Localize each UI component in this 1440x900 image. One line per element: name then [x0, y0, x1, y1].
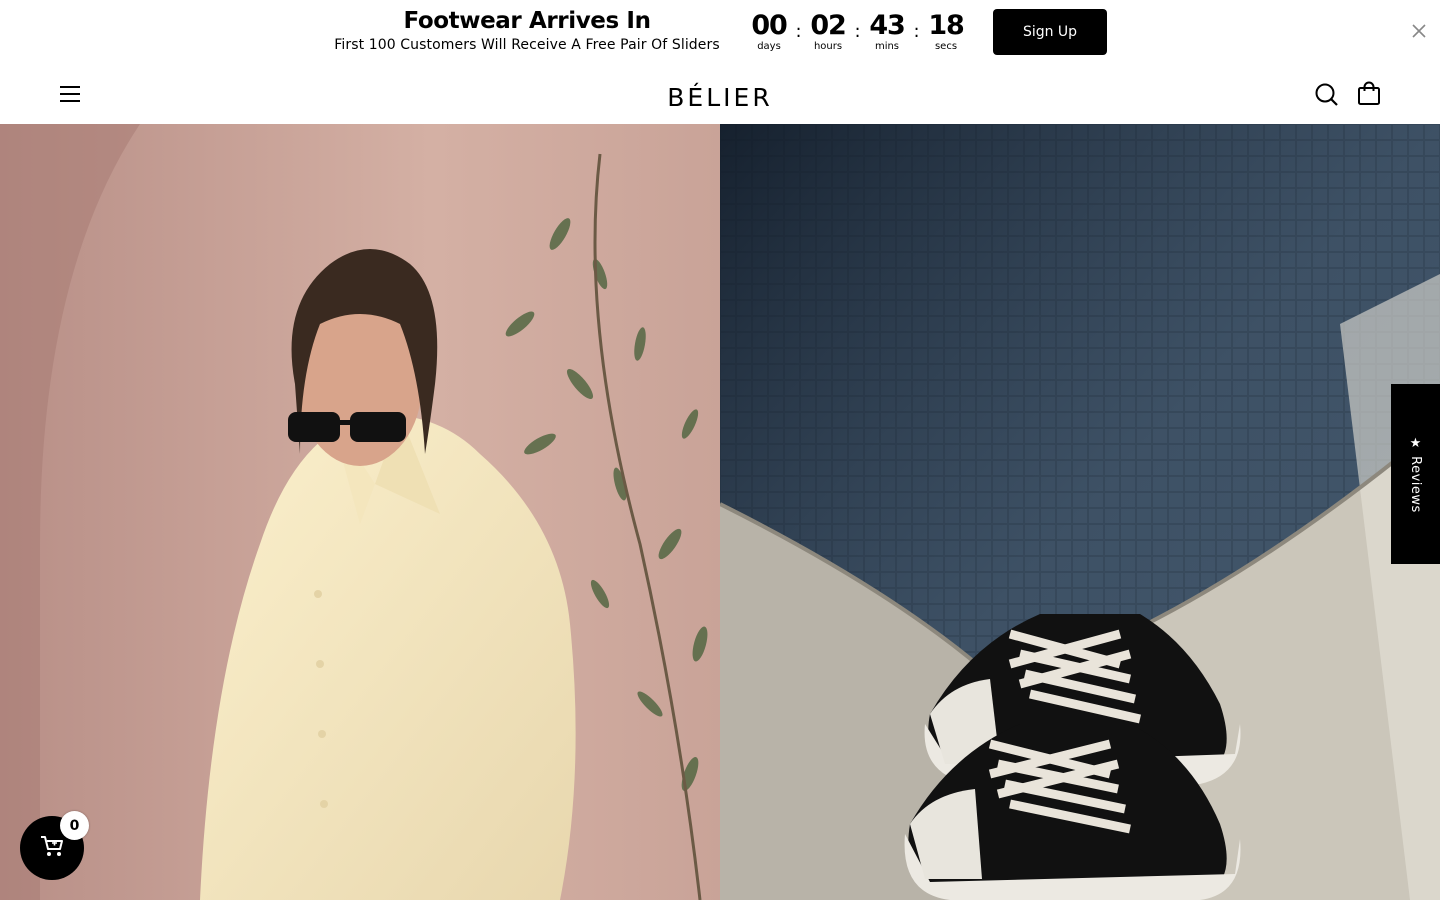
countdown-separator: :: [913, 21, 920, 42]
announcement-title: Footwear Arrives In: [403, 8, 651, 34]
countdown-secs: 18 secs: [925, 10, 967, 52]
countdown-hours-label: hours: [813, 41, 843, 52]
reviews-tab-label: ★ Reviews: [1408, 435, 1423, 513]
sign-up-button[interactable]: Sign Up: [993, 9, 1107, 55]
cart-icon: [39, 834, 65, 862]
site-header: BÉLIER: [0, 64, 1440, 124]
announcement-subtitle: First 100 Customers Will Receive A Free …: [334, 37, 720, 53]
countdown-mins-value: 43: [869, 10, 905, 41]
announcement-bar: Footwear Arrives In First 100 Customers …: [0, 0, 1440, 64]
countdown-mins-label: mins: [874, 41, 900, 52]
countdown-days: 00 days: [748, 10, 790, 52]
countdown-secs-value: 18: [928, 10, 964, 41]
cart-count-badge: 0: [60, 811, 89, 840]
close-icon[interactable]: [1410, 22, 1428, 40]
countdown-days-label: days: [757, 41, 781, 52]
sneakers-by-pool-photo[interactable]: [720, 124, 1440, 900]
countdown-days-value: 00: [751, 10, 787, 41]
hamburger-menu-icon[interactable]: [58, 84, 82, 104]
hero-section: [0, 124, 1440, 900]
countdown-hours: 02 hours: [807, 10, 849, 52]
brand-logo[interactable]: BÉLIER: [620, 78, 820, 112]
countdown-mins: 43 mins: [866, 10, 908, 52]
countdown-separator: :: [854, 21, 861, 42]
search-icon[interactable]: [1314, 82, 1340, 108]
countdown-hours-value: 02: [810, 10, 846, 41]
announcement-text: Footwear Arrives In First 100 Customers …: [320, 6, 734, 54]
man-in-linen-shirt-photo[interactable]: [0, 124, 720, 900]
countdown-secs-label: secs: [934, 41, 958, 52]
countdown-timer: 00 days : 02 hours : 43 mins : 18 secs: [748, 10, 967, 54]
shopping-bag-icon[interactable]: [1356, 81, 1382, 107]
countdown-separator: :: [795, 21, 802, 42]
reviews-tab[interactable]: ★ Reviews: [1391, 384, 1440, 564]
